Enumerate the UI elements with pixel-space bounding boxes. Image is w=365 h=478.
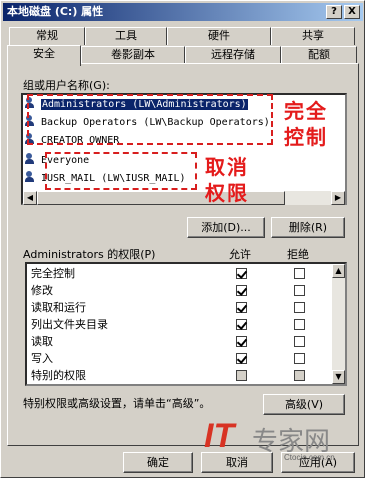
perm-write: 写入 [31,352,53,365]
remove-annotation-2: 权限 [205,181,249,205]
properties-window: 本地磁盘 (C:) 属性 ? X 常规 工具 硬件 共享 安全 卷影副本 远程存… [0,0,365,478]
tab-tools[interactable]: 工具 [85,27,167,45]
scroll-up-icon[interactable]: ▲ [332,264,345,278]
deny-checkbox[interactable] [294,370,305,381]
scroll-right-icon[interactable]: ▶ [331,191,345,205]
perm-read-execute: 读取和运行 [31,301,86,314]
deny-checkbox[interactable] [294,319,305,330]
tab-hardware[interactable]: 硬件 [167,27,271,45]
full-control-annotation-1: 完全 [284,99,328,123]
deny-checkbox[interactable] [294,285,305,296]
title-bar: 本地磁盘 (C:) 属性 [3,3,363,21]
allow-checkbox[interactable] [236,353,247,364]
tab-shadow-copies[interactable]: 卷影副本 [81,46,185,64]
tab-remote-storage[interactable]: 远程存储 [185,46,281,64]
groups-label: 组或用户名称(G): [23,79,110,92]
deny-checkbox[interactable] [294,353,305,364]
watermark-logo: IT 专家网 Ctocio.com.cn [204,417,364,467]
watermark-brand: IT [204,417,235,455]
scroll-down-icon[interactable]: ▼ [332,370,345,384]
user-group-icon [25,171,39,183]
deny-checkbox[interactable] [294,268,305,279]
deny-checkbox[interactable] [294,302,305,313]
perm-modify: 修改 [31,284,53,297]
allow-checkbox[interactable] [236,319,247,330]
allow-checkbox[interactable] [236,285,247,296]
tab-sharing[interactable]: 共享 [271,27,355,45]
allow-header: 允许 [229,248,251,261]
watermark-url: Ctocio.com.cn [284,453,335,462]
add-button[interactable]: 添加(D)... [187,217,265,238]
tab-security[interactable]: 安全 [7,45,81,66]
full-control-annotation-2: 控制 [284,125,328,149]
permissions-title: Administrators 的权限(P) [23,248,156,261]
ok-button[interactable]: 确定 [123,452,193,473]
allow-checkbox[interactable] [236,268,247,279]
perm-list-folder: 列出文件夹目录 [31,318,108,331]
perm-full-control: 完全控制 [31,267,75,280]
tab-quota[interactable]: 配额 [281,46,357,64]
tab-general[interactable]: 常规 [9,27,85,45]
permissions-vertical-scrollbar[interactable]: ▲ ▼ [332,264,345,384]
advanced-button[interactable]: 高级(V) [263,394,345,415]
allow-checkbox[interactable] [236,302,247,313]
window-title: 本地磁盘 (C:) 属性 [7,5,104,18]
user-group-icon [25,153,39,165]
allow-checkbox[interactable] [236,336,247,347]
help-button[interactable]: ? [326,5,342,19]
groups-horizontal-scrollbar[interactable]: ◀ ▶ [23,191,345,205]
advanced-hint: 特别权限或高级设置，请单击“高级”。 [23,397,211,410]
allow-checkbox[interactable] [236,370,247,381]
remove-highlight [45,152,197,190]
full-control-highlight [27,94,273,145]
close-button[interactable]: X [344,5,360,19]
permissions-list: 完全控制 修改 读取和运行 列出文件夹目录 读取 写入 特别的权限 [25,262,347,386]
deny-header: 拒绝 [287,248,309,261]
perm-special: 特别的权限 [31,369,86,382]
deny-checkbox[interactable] [294,336,305,347]
remove-annotation-1: 取消 [205,155,249,179]
remove-button[interactable]: 删除(R) [271,217,345,238]
scroll-left-icon[interactable]: ◀ [23,191,37,205]
perm-read: 读取 [31,335,53,348]
